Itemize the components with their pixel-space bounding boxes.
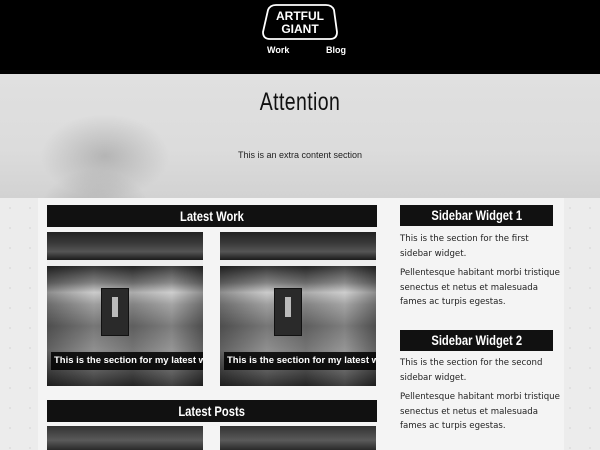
nav-link-work[interactable]: Work xyxy=(267,45,289,55)
sidebar-widget-2-title: Sidebar Widget 2 xyxy=(431,332,522,348)
latest-work-title: Latest Work xyxy=(180,208,244,224)
site-logo[interactable]: ARTFUL GIANT xyxy=(262,4,338,40)
latest-posts-heading: Latest Posts xyxy=(47,400,377,422)
sidebar-widget-1-body: Pellentesque habitant morbi tristique se… xyxy=(400,268,560,307)
latest-post-item-1[interactable] xyxy=(47,426,203,450)
latest-posts-title: Latest Posts xyxy=(178,403,246,419)
latest-post-item-2[interactable] xyxy=(220,426,376,450)
latest-work-caption[interactable]: This is the section for my latest work xyxy=(224,352,376,370)
latest-work-caption[interactable]: This is the section for my latest work xyxy=(51,352,203,370)
latest-work-heading: Latest Work xyxy=(47,205,377,227)
sidebar-widget-2-text: This is the section for the second sideb… xyxy=(400,358,543,383)
train-door xyxy=(101,288,129,336)
latest-work-item-2[interactable]: This is the section for my latest work xyxy=(220,232,376,386)
latest-work-item-1[interactable]: This is the section for my latest work xyxy=(47,232,203,386)
sidebar-widget-1-text: This is the section for the first sideba… xyxy=(400,234,529,259)
hero-title: Attention xyxy=(259,88,341,116)
site-header: ARTFUL GIANT Work Blog xyxy=(0,0,600,74)
nav-link-blog[interactable]: Blog xyxy=(326,45,346,55)
train-door xyxy=(274,288,302,336)
logo-text-line1: ARTFUL xyxy=(276,9,324,23)
thumbnail-strip xyxy=(220,232,376,260)
sidebar-widget-1-title: Sidebar Widget 1 xyxy=(431,207,522,223)
hero-text: This is an extra content section xyxy=(237,150,363,160)
sidebar-widget-1-heading: Sidebar Widget 1 xyxy=(400,205,553,226)
thumbnail-strip xyxy=(47,232,203,260)
logo-text-line2: GIANT xyxy=(281,22,319,36)
sidebar-widget-2-heading: Sidebar Widget 2 xyxy=(400,330,553,351)
sidebar-widget-2-body: Pellentesque habitant morbi tristique se… xyxy=(400,392,560,431)
